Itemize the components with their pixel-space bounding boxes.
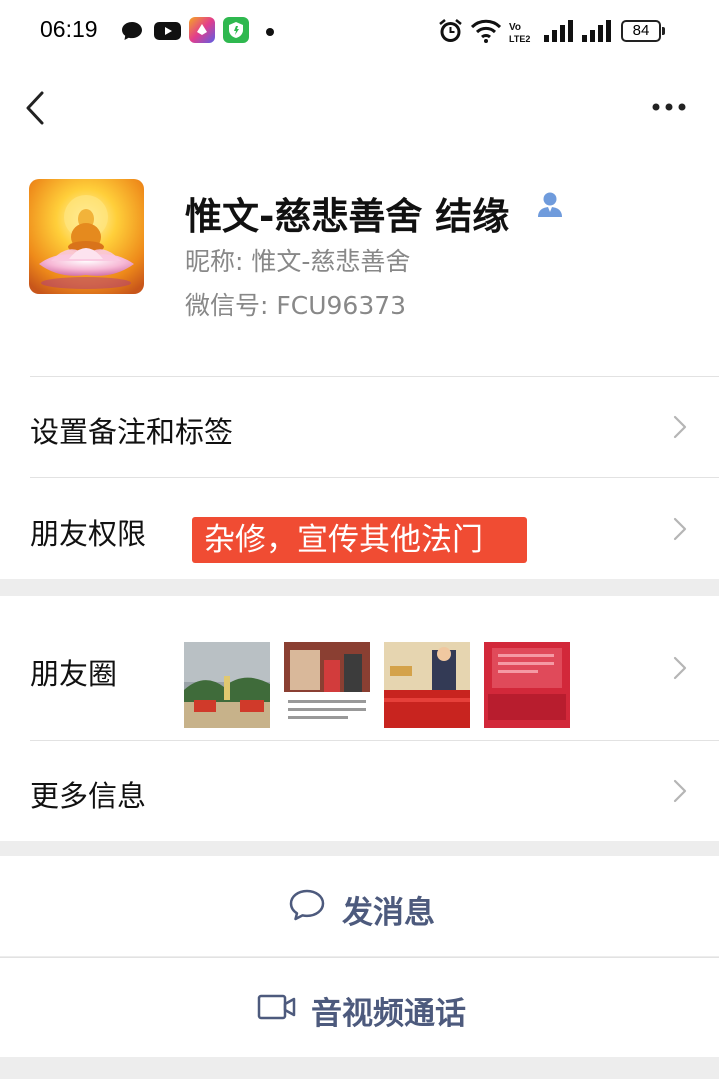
- svg-text:Vo: Vo: [509, 22, 521, 33]
- volte-icon: VoLTE2: [509, 22, 530, 44]
- divider: [30, 740, 719, 741]
- moments-thumbnail: [384, 642, 470, 728]
- moments-row[interactable]: 朋友圈: [0, 596, 719, 740]
- status-time: 06:19: [40, 16, 98, 42]
- divider: [30, 477, 719, 478]
- chevron-left-icon[interactable]: [22, 90, 48, 126]
- chevron-right-icon: [673, 517, 687, 541]
- friend-permissions-row[interactable]: 朋友权限 杂修，宣传其他法门: [0, 477, 719, 579]
- chat-bubble-icon: [289, 889, 325, 921]
- more-dots-icon[interactable]: [652, 102, 686, 112]
- buddha-lotus-image: [29, 179, 144, 294]
- avatar[interactable]: [29, 179, 144, 294]
- send-message-button[interactable]: 发消息: [0, 856, 719, 956]
- signal-icon: [544, 20, 573, 42]
- remark-tags-label: 设置备注和标签: [30, 415, 234, 449]
- chevron-right-icon: [673, 415, 687, 439]
- divider: [0, 957, 719, 958]
- alarm-icon: [439, 19, 462, 42]
- status-bar: 06:19 Vo LTE2 84: [0, 0, 719, 66]
- chevron-right-icon: [673, 656, 687, 680]
- remark-tags-row[interactable]: 设置备注和标签: [0, 376, 719, 477]
- shield-app-icon: [223, 17, 249, 43]
- more-info-label: 更多信息: [30, 779, 147, 813]
- friend-permissions-label: 朋友权限: [30, 517, 147, 551]
- more-info-row[interactable]: 更多信息: [0, 740, 719, 841]
- moments-thumbnail: [284, 642, 370, 728]
- user-badge-icon: [538, 192, 562, 217]
- profile-card: 惟文-慈悲善舍 结缘 昵称: 惟文-慈悲善舍 微信号: FCU96373: [0, 156, 719, 376]
- nickname: 昵称: 惟文-慈悲善舍: [185, 247, 411, 276]
- divider: [30, 376, 719, 377]
- nav-header: [0, 66, 719, 156]
- message-bubble-icon: [122, 22, 142, 40]
- av-call-button[interactable]: 音视频通话: [0, 957, 719, 1057]
- send-message-label: 发消息: [342, 895, 435, 931]
- chevron-right-icon: [673, 779, 687, 803]
- signal-icon-2: [582, 20, 611, 42]
- battery-indicator: 84: [621, 20, 665, 42]
- moments-thumbnail: [484, 642, 570, 728]
- annotation-label: 杂修，宣传其他法门: [192, 517, 527, 563]
- moments-thumbnail: [184, 642, 270, 728]
- wechat-id: 微信号: FCU96373: [185, 291, 407, 320]
- app-shortcut-icon: [189, 17, 215, 43]
- moments-label: 朋友圈: [30, 657, 118, 691]
- youtube-icon: [154, 22, 181, 40]
- av-call-label: 音视频通话: [311, 996, 466, 1032]
- contact-name: 惟文-慈悲善舍 结缘: [185, 195, 510, 238]
- video-call-icon: [257, 994, 296, 1020]
- dot-icon: [266, 28, 274, 36]
- svg-text:LTE2: LTE2: [509, 34, 530, 44]
- wifi-icon: [471, 19, 501, 43]
